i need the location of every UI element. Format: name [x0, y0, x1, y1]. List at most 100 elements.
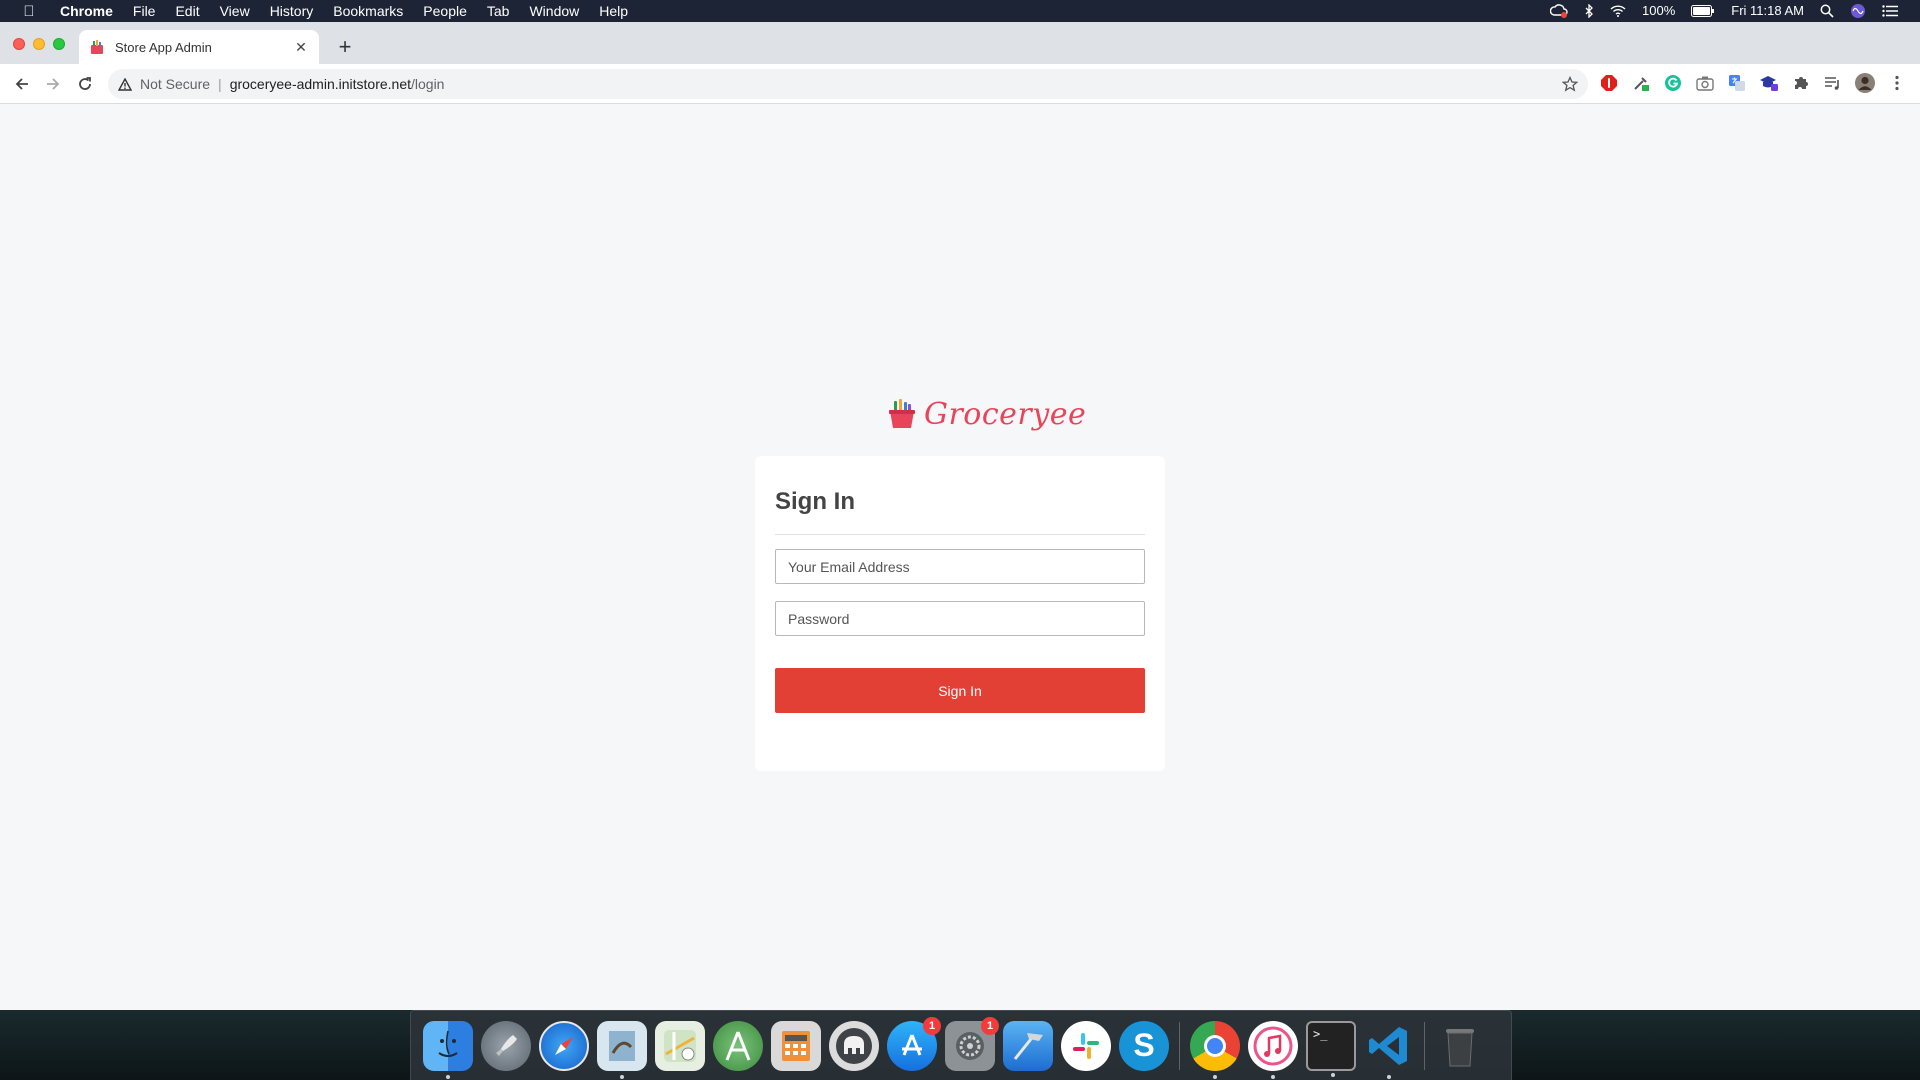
- cloud-sync-icon[interactable]: [1542, 4, 1576, 18]
- dock-sequel-pro[interactable]: [829, 1020, 879, 1071]
- url-path: /login: [411, 76, 445, 92]
- menu-tab[interactable]: Tab: [477, 0, 520, 22]
- graduation-cap-extension-icon[interactable]: [1758, 72, 1780, 94]
- dock-trash[interactable]: [1435, 1021, 1485, 1071]
- elephant-icon: [836, 1027, 872, 1064]
- chrome-menu-icon[interactable]: [1886, 72, 1908, 94]
- dock-maps[interactable]: [655, 1020, 705, 1071]
- arrow-left-icon: [15, 78, 28, 90]
- app-store-badge: 1: [923, 1016, 941, 1035]
- close-window-button[interactable]: [13, 38, 25, 50]
- running-indicator: [620, 1074, 624, 1079]
- sign-in-button[interactable]: Sign In: [775, 668, 1145, 713]
- password-field[interactable]: [775, 601, 1145, 636]
- running-indicator: [1213, 1074, 1217, 1079]
- page-content: Groceryee Sign In Sign In: [0, 104, 1920, 1010]
- dock-vscode[interactable]: [1364, 1021, 1414, 1079]
- status-area: 100% Fri 11:18 AM: [1542, 0, 1920, 22]
- dock-app-store[interactable]: 1: [887, 1016, 941, 1071]
- preview-icon: [609, 1030, 635, 1061]
- bluetooth-icon[interactable]: [1576, 4, 1602, 18]
- clock[interactable]: Fri 11:18 AM: [1723, 0, 1812, 22]
- running-indicator: [446, 1074, 450, 1079]
- camera-extension-icon[interactable]: [1694, 72, 1716, 94]
- menu-help[interactable]: Help: [589, 0, 638, 22]
- trash-icon: [1446, 1028, 1474, 1066]
- extensions-area: [1598, 72, 1908, 94]
- hammer-icon: [1013, 1032, 1043, 1060]
- dock-slack[interactable]: [1061, 1020, 1111, 1071]
- running-indicator: [1331, 1072, 1335, 1077]
- warning-triangle-icon[interactable]: [118, 77, 132, 91]
- menu-edit[interactable]: Edit: [165, 0, 209, 22]
- menu-file[interactable]: File: [123, 0, 166, 22]
- dock-xcode[interactable]: [1003, 1020, 1053, 1071]
- battery-icon[interactable]: [1683, 5, 1723, 17]
- spotlight-search-icon[interactable]: [1812, 4, 1842, 18]
- menu-people[interactable]: People: [413, 0, 477, 22]
- media-queue-icon[interactable]: [1822, 72, 1844, 94]
- translate-extension-icon[interactable]: [1726, 72, 1748, 94]
- skype-icon: S: [1133, 1027, 1155, 1063]
- dock-calculator[interactable]: [771, 1020, 821, 1071]
- dock-launchpad[interactable]: [481, 1020, 531, 1071]
- sign-in-card: Sign In Sign In: [755, 456, 1165, 771]
- dock-android-studio[interactable]: [713, 1020, 763, 1071]
- dock-skype[interactable]: S: [1119, 1020, 1169, 1071]
- notification-center-icon[interactable]: [1874, 5, 1906, 17]
- dock-separator: [1424, 1021, 1425, 1070]
- calculator-icon: [782, 1030, 810, 1061]
- reload-button[interactable]: [73, 72, 97, 96]
- bookmark-star-icon[interactable]: [1562, 76, 1578, 92]
- puzzle-extensions-icon[interactable]: [1790, 72, 1812, 94]
- eyedropper-extension-icon[interactable]: [1630, 72, 1652, 94]
- system-preferences-badge: 1: [981, 1016, 999, 1035]
- sign-in-heading: Sign In: [775, 488, 855, 515]
- apple-icon[interactable]: : [18, 3, 40, 20]
- menu-view[interactable]: View: [210, 0, 260, 22]
- dock: 1 1 S >_: [410, 1010, 1512, 1080]
- dock-chrome[interactable]: [1190, 1020, 1240, 1079]
- forward-button[interactable]: [41, 72, 65, 96]
- grammarly-extension-icon[interactable]: [1662, 72, 1684, 94]
- vscode-icon: [1369, 1026, 1407, 1065]
- dock-itunes[interactable]: [1248, 1020, 1298, 1079]
- security-status-label[interactable]: Not Secure: [140, 76, 210, 92]
- new-tab-button[interactable]: +: [332, 34, 358, 60]
- battery-percent: 100%: [1642, 3, 1676, 18]
- url-host: groceryee-admin.initstore.net: [229, 76, 411, 92]
- menu-app-name[interactable]: Chrome: [50, 0, 123, 22]
- tab-store-app-admin[interactable]: Store App Admin ✕: [79, 30, 319, 64]
- dock-terminal[interactable]: >_: [1306, 1020, 1356, 1077]
- tab-strip: Store App Admin ✕ +: [0, 22, 1920, 64]
- dock-system-preferences[interactable]: 1: [945, 1016, 999, 1071]
- running-indicator: [1387, 1074, 1391, 1079]
- menu-bookmarks[interactable]: Bookmarks: [323, 0, 413, 22]
- minimize-window-button[interactable]: [33, 38, 45, 50]
- siri-icon[interactable]: [1842, 3, 1874, 19]
- basket-favicon-icon: [91, 40, 103, 54]
- brand-logo: Groceryee: [888, 394, 1086, 434]
- browser-toolbar: Not Secure | groceryee-admin.initstore.n…: [0, 64, 1920, 104]
- address-bar[interactable]: Not Secure | groceryee-admin.initstore.n…: [108, 69, 1588, 99]
- menu-history[interactable]: History: [260, 0, 324, 22]
- adblock-extension-icon[interactable]: [1598, 72, 1620, 94]
- profile-avatar[interactable]: [1854, 72, 1876, 94]
- menu-window[interactable]: Window: [519, 0, 589, 22]
- zoom-window-button[interactable]: [53, 38, 65, 50]
- reload-icon: [79, 77, 91, 90]
- app-store-icon: [902, 1033, 922, 1056]
- android-studio-icon: [725, 1030, 751, 1061]
- wifi-icon[interactable]: [1602, 5, 1634, 17]
- email-field[interactable]: [775, 549, 1145, 584]
- back-button[interactable]: [10, 72, 34, 96]
- dock-separator: [1179, 1021, 1180, 1070]
- running-indicator: [1271, 1074, 1275, 1079]
- tab-title: Store App Admin: [115, 39, 212, 55]
- dock-safari[interactable]: [539, 1020, 589, 1071]
- brand-name: Groceryee: [924, 396, 1087, 432]
- menu-bar:  Chrome File Edit View History Bookmark…: [0, 0, 1920, 22]
- dock-finder[interactable]: [423, 1020, 473, 1079]
- dock-preview[interactable]: [597, 1020, 647, 1079]
- close-tab-icon[interactable]: ✕: [293, 39, 309, 56]
